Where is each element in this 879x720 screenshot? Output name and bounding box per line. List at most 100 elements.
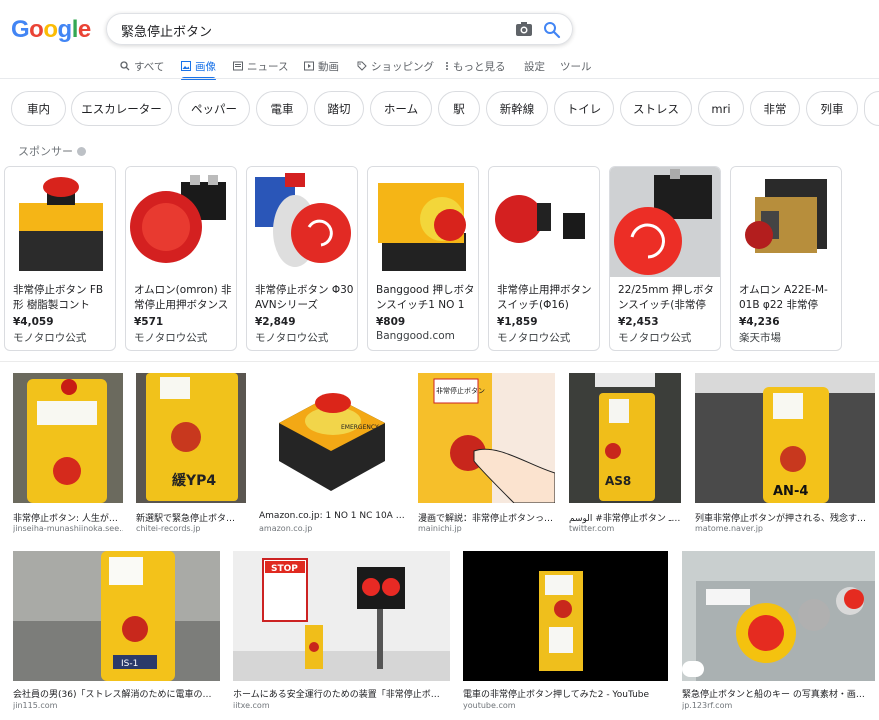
product-price: ¥2,849 — [255, 316, 296, 328]
tab-label: すべて — [134, 60, 165, 73]
product-image — [610, 167, 720, 277]
product-image — [368, 167, 478, 277]
tag-icon — [357, 61, 367, 71]
result-source: chitei-records.jp — [136, 524, 201, 533]
image-icon — [181, 61, 191, 71]
info-icon[interactable] — [77, 146, 86, 156]
logo-letter: o — [29, 16, 44, 43]
chip[interactable]: mri — [698, 91, 744, 126]
product-price: ¥809 — [376, 316, 406, 328]
header-divider — [0, 78, 879, 79]
result-title: ホームにある安全運行のための装置「非常停止ボ… — [233, 690, 440, 700]
label-stop: STOP — [271, 564, 298, 574]
image-result[interactable]: 非常停止ボタン: 人生が… jinseiha-munashiinoka.see… — [13, 373, 123, 538]
product-image — [247, 167, 357, 277]
result-title: Amazon.co.jp: 1 NO 1 NC 10A 6… — [259, 511, 405, 521]
product-card[interactable]: 非常停止用押ボタンスイッチ(Φ16) ¥1,859 モノタロウ公式 — [488, 166, 600, 351]
product-price: ¥571 — [134, 316, 164, 328]
chip[interactable]: エスカレーター — [71, 91, 172, 126]
label-emergency: EMERGENCY — [341, 424, 379, 431]
result-source: twitter.com — [569, 524, 615, 533]
chip[interactable]: ペッパー — [178, 91, 250, 126]
image-result[interactable]: AN-4 列車非常停止ボタンが押される、残念す… matome.naver.jp — [695, 373, 875, 538]
google-logo[interactable]: Google — [11, 16, 91, 44]
sponsored-text: スポンサー — [18, 145, 73, 158]
product-card[interactable]: 非常停止ボタン FB形 樹脂製コント ¥4,059 モノタロウ公式 — [4, 166, 116, 351]
product-title: 非常停止ボタン FB形 樹脂製コント — [13, 284, 104, 311]
logo-letter: o — [43, 16, 58, 43]
product-title: 22/25mm 押しボタンスイッチ(非常停 — [618, 284, 715, 311]
chip-partial[interactable] — [864, 91, 879, 126]
chip[interactable]: 踏切 — [314, 91, 364, 126]
product-store: モノタロウ公式 — [618, 332, 692, 344]
image-result[interactable]: IS-1 会社員の男(36)「ストレス解消のために電車の… jin115.com — [13, 551, 220, 716]
chip[interactable]: ストレス — [620, 91, 692, 126]
product-card[interactable]: 22/25mm 押しボタンスイッチ(非常停 ¥2,453 モノタロウ公式 — [609, 166, 721, 351]
chip[interactable]: 列車 — [806, 91, 858, 126]
image-result[interactable]: STOP ホームにある安全運行のための装置「非常停止ボ… iitxe.com — [233, 551, 450, 716]
label-an4: AN-4 — [773, 484, 808, 499]
search-box[interactable]: 緊急停止ボタン — [106, 13, 573, 45]
result-title: 非常停止ボタン: 人生が… — [13, 514, 118, 524]
tab-label: ショッピング — [371, 60, 434, 73]
result-title: 新選駅で緊急停止ボタ… — [136, 514, 236, 524]
tab-news[interactable]: ニュース — [233, 55, 288, 77]
tab-label: 動画 — [318, 60, 339, 73]
chip[interactable]: トイレ — [554, 91, 614, 126]
image-result[interactable]: 非常停止ボタン 漫画で解説：非常停止ボタンっ… mainichi.jp — [418, 373, 555, 538]
search-input[interactable]: 緊急停止ボタン — [121, 21, 212, 40]
tab-more[interactable]: もっと見る — [445, 55, 506, 77]
result-image: AN-4 — [695, 373, 875, 503]
product-store: モノタロウ公式 — [13, 332, 87, 344]
product-title: 非常停止ボタン Φ30 AVNシリーズ — [255, 284, 354, 311]
product-store: モノタロウ公式 — [255, 332, 329, 344]
result-title: 漫画で解説：非常停止ボタンっ… — [418, 514, 554, 524]
chip[interactable]: 車内 — [11, 91, 66, 126]
result-source: jin115.com — [13, 701, 58, 710]
chip[interactable]: 電車 — [256, 91, 308, 126]
product-price: ¥1,859 — [497, 316, 538, 328]
result-image: AS8 — [569, 373, 681, 503]
tab-label: ツール — [560, 60, 592, 73]
result-image — [13, 373, 123, 503]
product-price: ¥2,453 — [618, 316, 659, 328]
label-yp4: 緩YP4 — [172, 472, 216, 489]
result-source: youtube.com — [463, 701, 516, 710]
product-image — [5, 167, 115, 277]
sponsored-label: スポンサー — [18, 143, 86, 159]
tab-all[interactable]: すべて — [120, 55, 164, 77]
search-icon[interactable] — [543, 21, 561, 39]
product-image — [126, 167, 236, 277]
tab-settings[interactable]: 設定 — [524, 55, 545, 77]
more-vert-icon — [446, 62, 448, 70]
result-title: 列車非常停止ボタンが押される、残念す… — [695, 514, 867, 524]
image-result[interactable]: EMERGENCY Amazon.co.jp: 1 NO 1 NC 10A 6…… — [259, 373, 405, 538]
product-image — [731, 167, 841, 277]
product-store: Banggood.com — [376, 330, 455, 342]
chip[interactable]: 非常 — [750, 91, 800, 126]
product-card[interactable]: オムロン A22E-M-01B φ22 非常停 ¥4,236 楽天市場 — [730, 166, 842, 351]
result-image: STOP — [233, 551, 450, 681]
label-hijo: 非常停止ボタン — [436, 386, 485, 395]
tab-videos[interactable]: 動画 — [304, 55, 339, 77]
product-title: オムロン A22E-M-01B φ22 非常停 — [739, 284, 828, 311]
product-card[interactable]: オムロン(omron) 非常停止用押ボタンス ¥571 モノタロウ公式 — [125, 166, 237, 351]
tab-label: 画像 — [195, 60, 216, 73]
result-image — [463, 551, 668, 681]
product-card[interactable]: Banggood 押しボタンスイッチ1 NO 1 ¥809 Banggood.c… — [367, 166, 479, 351]
image-result[interactable]: 電車の非常停止ボタン押してみた2 - YouTube youtube.com — [463, 551, 668, 716]
product-price: ¥4,236 — [739, 316, 780, 328]
chip[interactable]: 新幹線 — [486, 91, 548, 126]
chip[interactable]: ホーム — [370, 91, 432, 126]
tab-tools[interactable]: ツール — [560, 55, 592, 77]
video-icon — [304, 61, 314, 71]
logo-letter: e — [77, 16, 91, 43]
image-result[interactable]: 緊急停止ボタンと船のキー の写真素材・画… jp.123rf.com — [682, 551, 875, 716]
image-result[interactable]: 緩YP4 新選駅で緊急停止ボタ… chitei-records.jp — [136, 373, 246, 538]
product-card[interactable]: 非常停止ボタン Φ30 AVNシリーズ ¥2,849 モノタロウ公式 — [246, 166, 358, 351]
chip[interactable]: 駅 — [438, 91, 480, 126]
camera-icon[interactable] — [515, 21, 533, 37]
tab-shopping[interactable]: ショッピング — [357, 55, 434, 77]
image-result[interactable]: AS8 الوسم #非常停止ボタン على تـ… twitter.com — [569, 373, 681, 538]
tab-images[interactable]: 画像 — [181, 55, 216, 80]
